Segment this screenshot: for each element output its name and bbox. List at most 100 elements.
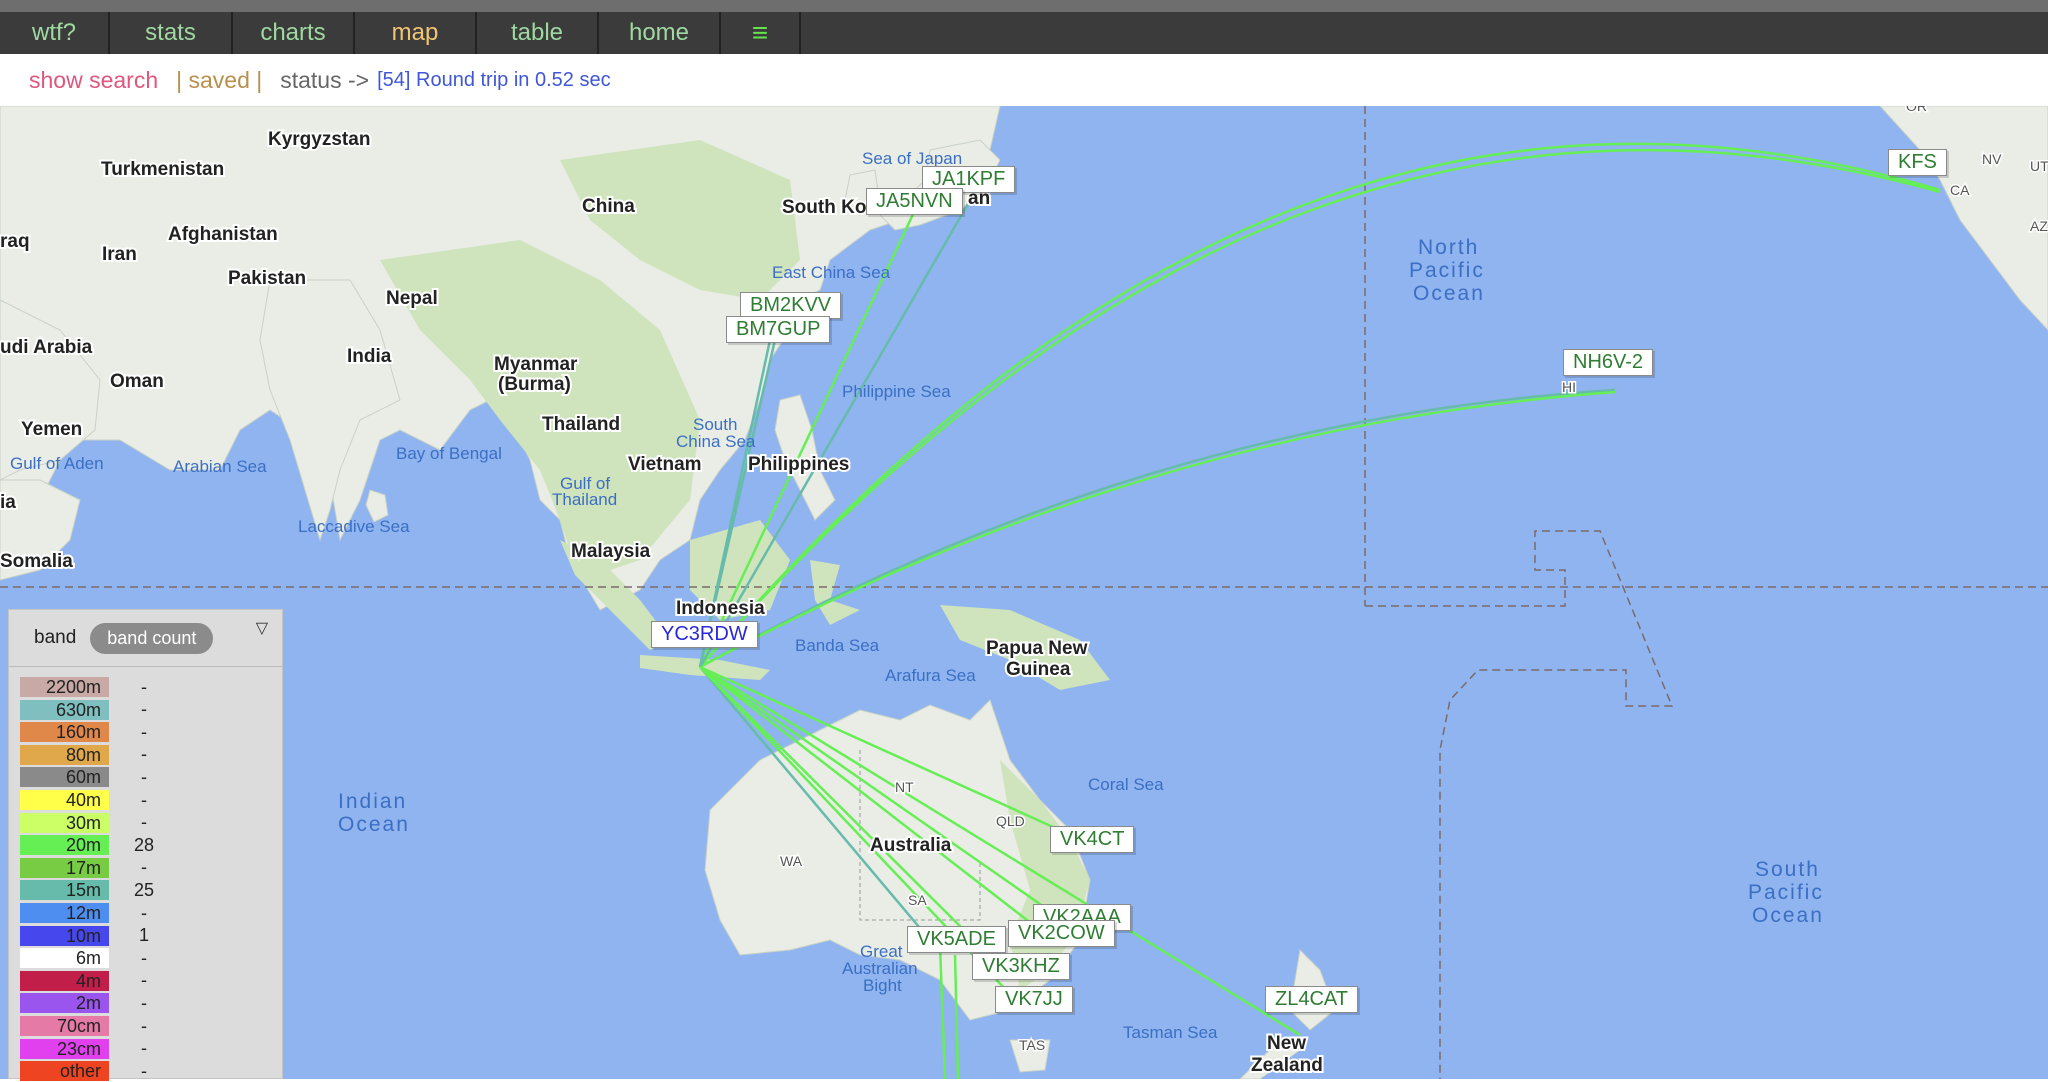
label-qld: QLD [996,813,1025,829]
callsign-bm2kvv[interactable]: BM2KVV [740,292,842,319]
legend-band-label: band [34,627,77,648]
band-count-value: - [141,1038,147,1059]
label-ut: UT [2030,158,2048,174]
band-swatch: 80m [20,744,109,765]
label-nt: NT [895,779,914,795]
show-search-link[interactable]: show search [29,67,158,94]
legend-row-10m[interactable]: 10m 1 [20,925,179,947]
label-tas: TAS [1019,1037,1045,1053]
label-ia: ia [0,492,16,513]
callsign-vk7jj[interactable]: VK7JJ [995,986,1073,1013]
callsign-yc3rdw[interactable]: YC3RDW [651,621,758,648]
nav-wtf[interactable]: wtf? [0,12,110,54]
label-zealand: Zealand [1251,1055,1323,1076]
label-china: China [582,196,635,217]
callsign-vk3khz[interactable]: VK3KHZ [972,953,1070,980]
legend-row-6m[interactable]: 6m - [20,947,179,969]
land-sulawesi [810,560,860,625]
legend-row-60m[interactable]: 60m - [20,766,179,788]
legend-row-630m[interactable]: 630m - [20,699,179,721]
label-kyrgyzstan: Kyrgyzstan [268,129,370,150]
status-text: [54] Round trip in 0.52 sec [377,68,611,91]
label-pacific-n: Pacific [1409,259,1485,282]
band-count-value: - [141,766,147,787]
legend-row-23cm[interactable]: 23cm - [20,1038,179,1060]
callsign-kfs[interactable]: KFS [1888,149,1947,176]
band-swatch: 70cm [20,1016,109,1036]
map[interactable]: Kyrgyzstan Turkmenistan China Afghanista… [0,106,2048,1079]
band-swatch: 17m [20,857,109,878]
band-count-value: 25 [133,879,155,900]
band-swatch: 40m [20,790,109,810]
callsign-vk5ade[interactable]: VK5ADE [907,926,1006,953]
legend-row-4m[interactable]: 4m - [20,970,179,992]
label-somalia: Somalia [0,551,73,572]
nav-home[interactable]: home [599,12,721,54]
band-swatch: 12m [20,903,109,923]
status-label: status -> [280,66,370,93]
legend-row-20m[interactable]: 20m 28 [20,834,179,856]
band-count-value: - [141,812,147,833]
band-swatch: 4m [20,970,109,991]
legend-header: band band count ▽ [9,610,282,667]
label-pacific-s: Pacific [1748,881,1824,904]
label-turkmenistan: Turkmenistan [101,159,224,180]
label-wa: WA [780,853,803,869]
nav-charts[interactable]: charts [233,12,355,54]
band-count-value: - [141,699,147,720]
legend-row-70cm[interactable]: 70cm - [20,1015,179,1037]
legend-row-15m[interactable]: 15m 25 [20,879,179,901]
legend-row-2m[interactable]: 2m - [20,992,179,1014]
legend-row-12m[interactable]: 12m - [20,902,179,924]
callsign-ja5nvn[interactable]: JA5NVN [866,188,963,215]
label-tasman-sea: Tasman Sea [1123,1023,1218,1042]
band-swatch: 160m [20,722,109,743]
legend-row-40m[interactable]: 40m - [20,789,179,811]
legend-row-30m[interactable]: 30m - [20,812,179,834]
dateline-south [1365,530,1674,1079]
band-count-value: - [141,1015,147,1036]
callsign-nh6v-2[interactable]: NH6V-2 [1563,349,1654,376]
nav-map[interactable]: map [355,12,477,54]
label-yemen: Yemen [21,419,82,440]
label-new: New [1267,1033,1306,1054]
status-bar: show search | saved | status -> [54] Rou… [0,54,2048,106]
band-count-value: - [141,902,147,923]
menu-icon[interactable]: ≡ [721,12,801,54]
callsign-bm7gup[interactable]: BM7GUP [726,316,831,343]
legend-row-17m[interactable]: 17m - [20,857,179,879]
label-indonesia: Indonesia [676,598,765,619]
band-swatch: 630m [20,699,109,720]
band-swatch: 2200m [20,677,109,697]
band-swatch: 20m [20,835,109,856]
label-papua-new: Papua New [986,638,1088,659]
label-bight: Bight [863,976,902,995]
band-count-button[interactable]: band count [90,622,214,654]
label-banda-sea: Banda Sea [795,636,880,655]
callsign-vk2cow[interactable]: VK2COW [1008,920,1115,947]
label-saudi-arabia: udi Arabia [0,337,93,358]
band-count-value: - [141,744,147,765]
label-or: OR [1906,106,1927,114]
nav-stats[interactable]: stats [110,12,233,54]
label-pakistan: Pakistan [228,268,306,289]
callsign-zl4cat[interactable]: ZL4CAT [1265,986,1358,1013]
legend-row-80m[interactable]: 80m - [20,744,179,766]
label-laccadive-sea: Laccadive Sea [298,517,410,536]
path-nh6v-2 [699,390,1616,669]
legend-row-160m[interactable]: 160m - [20,721,179,743]
nav-table[interactable]: table [477,12,599,54]
label-ocean-s: Ocean [1752,904,1824,927]
legend-row-2200m[interactable]: 2200m - [20,676,179,698]
label-indian: Indian [338,790,407,813]
label-ca: CA [1950,182,1970,198]
label-thailand: Thailand [542,414,620,435]
label-north: North [1418,236,1479,259]
label-australia: Australia [870,835,952,856]
label-south-china-2: China Sea [676,432,756,451]
saved-link[interactable]: | saved | [176,67,262,94]
label-arafura-sea: Arafura Sea [885,666,976,685]
collapse-triangle-icon[interactable]: ▽ [256,618,268,638]
callsign-vk4ct[interactable]: VK4CT [1050,826,1135,853]
band-count-value: - [141,676,147,697]
